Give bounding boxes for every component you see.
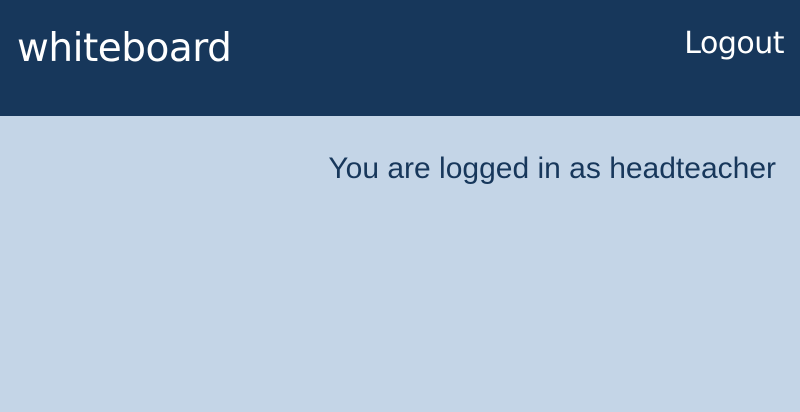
login-status-text: You are logged in as headteacher	[328, 152, 776, 185]
logout-link[interactable]: Logout	[684, 24, 784, 64]
brand-logo: whiteboard	[17, 26, 232, 71]
top-header: whiteboard Logout	[0, 0, 800, 116]
